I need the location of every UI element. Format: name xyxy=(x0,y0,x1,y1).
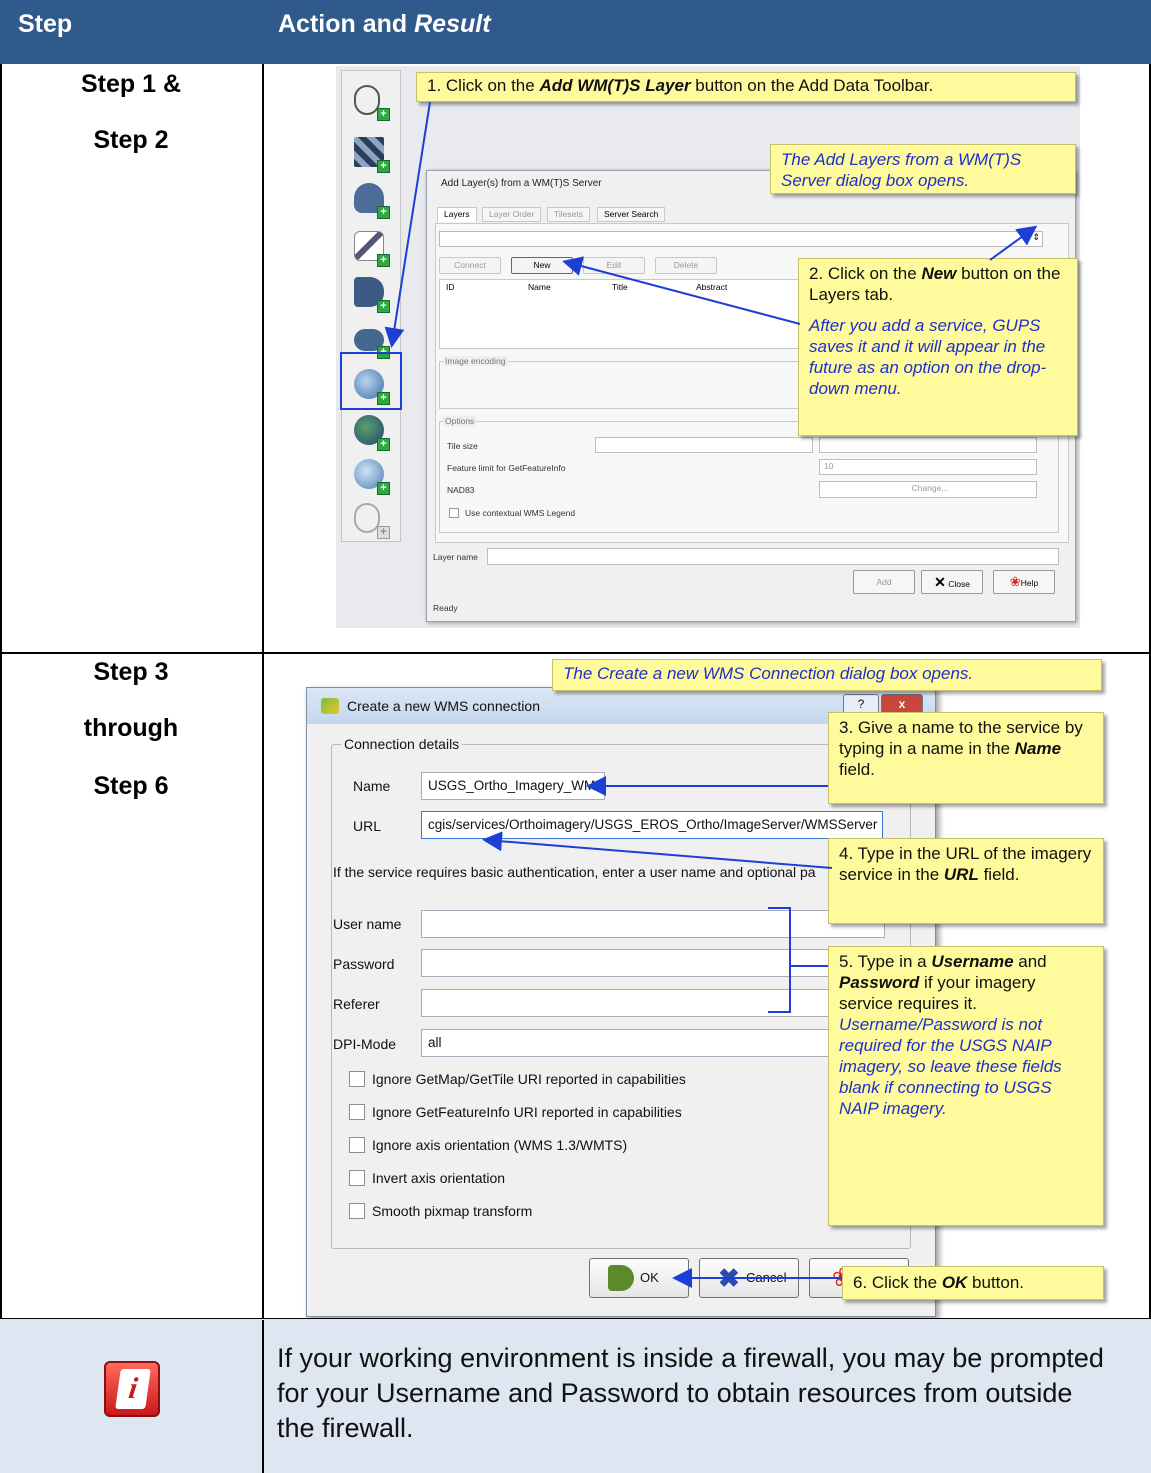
smooth-pixmap-label: Smooth pixmap transform xyxy=(372,1203,533,1219)
url-label: URL xyxy=(353,818,382,834)
add-wfs-layer-icon[interactable]: + xyxy=(354,459,390,495)
referer-label: Referer xyxy=(333,996,380,1012)
close-x-icon: ✕ xyxy=(934,574,946,590)
invert-axis-label: Invert axis orientation xyxy=(372,1170,506,1186)
callout-step-4: 4. Type in the URL of the imagery servic… xyxy=(828,838,1104,924)
col-abstract: Abstract xyxy=(696,282,728,292)
add-data-toolbar: + + + + + + + + + + xyxy=(341,70,401,542)
border-left xyxy=(0,64,2,1473)
info-icon: i xyxy=(104,1361,160,1417)
options-label: Options xyxy=(443,416,477,426)
tile-size-field[interactable] xyxy=(595,437,813,453)
layer-list[interactable]: ID Name Title Abstract xyxy=(439,279,799,349)
callout-create-dialog-opens: The Create a new WMS Connection dialog b… xyxy=(552,659,1102,691)
callout-step-2: 2. Click on the New button on the Layers… xyxy=(798,258,1078,436)
dialog-title: Create a new WMS connection xyxy=(347,698,540,714)
wms-button-highlight xyxy=(340,352,402,410)
password-field[interactable] xyxy=(421,949,885,977)
step-label-6: Step 6 xyxy=(93,772,169,800)
callout-step-1: 1. Click on the Add WM(T)S Layer button … xyxy=(416,72,1076,102)
dialog-title: Add Layer(s) from a WM(T)S Server xyxy=(441,178,602,189)
column-divider xyxy=(262,64,264,1473)
tab-tilesets[interactable]: Tilesets xyxy=(547,207,590,222)
image-encoding-label: Image encoding xyxy=(443,356,508,366)
help-button[interactable]: ❀Help xyxy=(993,570,1055,594)
add-raster-layer-icon[interactable]: + xyxy=(354,137,390,173)
callout-dialog-opens: The Add Layers from a WM(T)S Server dial… xyxy=(770,144,1076,194)
contextual-legend-label: Use contextual WMS Legend xyxy=(465,508,576,518)
name-label: Name xyxy=(353,778,391,794)
help-lifebuoy-icon: ❀ xyxy=(1009,574,1021,589)
tile-size-label: Tile size xyxy=(447,441,478,451)
combo-arrow-icon: ⇕ xyxy=(1032,232,1040,242)
ignore-axis-checkbox[interactable] xyxy=(349,1137,365,1153)
new-button[interactable]: New xyxy=(511,257,573,274)
layer-name-field[interactable] xyxy=(487,548,1059,565)
row-divider-1 xyxy=(0,652,1151,654)
connect-button[interactable]: Connect xyxy=(439,257,501,274)
ok-button[interactable]: OK xyxy=(589,1258,689,1298)
layer-name-label: Layer name xyxy=(433,552,478,562)
tab-server-search[interactable]: Server Search xyxy=(597,207,666,222)
status-text: Ready xyxy=(433,603,458,613)
callout-step-6: 6. Click the OK button. xyxy=(842,1266,1104,1300)
tab-layers[interactable]: Layers xyxy=(437,207,477,222)
add-mssql-layer-icon[interactable]: + xyxy=(354,277,390,313)
ok-check-icon xyxy=(608,1265,634,1291)
server-dropdown[interactable]: ⇕ xyxy=(439,231,1043,247)
help-window-button[interactable]: ? xyxy=(843,694,879,714)
step-label-2: Step 2 xyxy=(93,126,169,154)
cancel-x-icon: ✖ xyxy=(718,1263,740,1293)
header-action: Action and Result xyxy=(278,10,491,38)
col-name: Name xyxy=(528,282,551,292)
col-title: Title xyxy=(612,282,628,292)
step-table: Step Action and Result Step 1 & Step 2 S… xyxy=(0,0,1151,1473)
firewall-note: If your working environment is inside a … xyxy=(277,1343,1104,1443)
table-header: Step Action and Result xyxy=(0,0,1151,64)
user-name-label: User name xyxy=(333,916,402,932)
ignore-axis-label: Ignore axis orientation (WMS 1.3/WMTS) xyxy=(372,1137,628,1153)
close-button[interactable]: ✕ Close xyxy=(921,570,983,594)
header-step: Step xyxy=(18,10,73,38)
add-wcs-layer-icon[interactable]: + xyxy=(354,415,390,451)
dpi-mode-label: DPI-Mode xyxy=(333,1036,397,1052)
crs-label: NAD83 xyxy=(447,485,475,495)
contextual-legend-checkbox[interactable] xyxy=(449,508,459,518)
add-vector-layer-icon[interactable]: + xyxy=(354,85,390,121)
url-field[interactable]: cgis/services/Orthoimagery/USGS_EROS_Ort… xyxy=(421,811,883,839)
connection-details-label: Connection details xyxy=(341,736,463,752)
callout-step-3: 3. Give a name to the service by typing … xyxy=(828,712,1104,804)
change-crs-button[interactable]: Change... xyxy=(819,481,1037,498)
callout-step-5: 5. Type in a Username and Password if yo… xyxy=(828,946,1104,1226)
add-spatialite-layer-icon[interactable]: + xyxy=(354,231,390,267)
delete-button[interactable]: Delete xyxy=(655,257,717,274)
invert-axis-checkbox[interactable] xyxy=(349,1170,365,1186)
referer-field[interactable] xyxy=(421,989,885,1017)
cancel-button[interactable]: ✖ Cancel xyxy=(699,1258,799,1298)
step-label-through: through xyxy=(83,714,179,742)
col-id: ID xyxy=(446,282,455,292)
add-button[interactable]: Add xyxy=(853,570,915,594)
step-label-1: Step 1 & xyxy=(80,70,182,98)
feature-limit-field[interactable]: 10 xyxy=(819,459,1037,475)
note-divider xyxy=(262,1320,264,1473)
tile-size-field-2[interactable] xyxy=(819,437,1037,453)
dpi-mode-select[interactable]: all xyxy=(421,1029,885,1057)
name-field[interactable]: USGS_Ortho_Imagery_WMS xyxy=(421,772,605,800)
ignore-getfeatureinfo-label: Ignore GetFeatureInfo URI reported in ca… xyxy=(372,1104,682,1120)
ignore-getfeatureinfo-checkbox[interactable] xyxy=(349,1104,365,1120)
ignore-getmap-label: Ignore GetMap/GetTile URI reported in ca… xyxy=(372,1071,686,1087)
new-shapefile-icon[interactable]: + xyxy=(354,503,390,539)
close-window-button[interactable]: x xyxy=(881,694,923,714)
feature-limit-label: Feature limit for GetFeatureInfo xyxy=(447,463,566,473)
edit-button[interactable]: Edit xyxy=(583,257,645,274)
password-label: Password xyxy=(333,956,395,972)
add-postgis-layer-icon[interactable]: + xyxy=(354,183,390,219)
ignore-getmap-checkbox[interactable] xyxy=(349,1071,365,1087)
qgis-logo-icon xyxy=(321,698,339,714)
tab-layer-order[interactable]: Layer Order xyxy=(482,207,542,222)
step-label-3: Step 3 xyxy=(93,658,169,686)
user-name-field[interactable] xyxy=(421,910,885,938)
smooth-pixmap-checkbox[interactable] xyxy=(349,1203,365,1219)
